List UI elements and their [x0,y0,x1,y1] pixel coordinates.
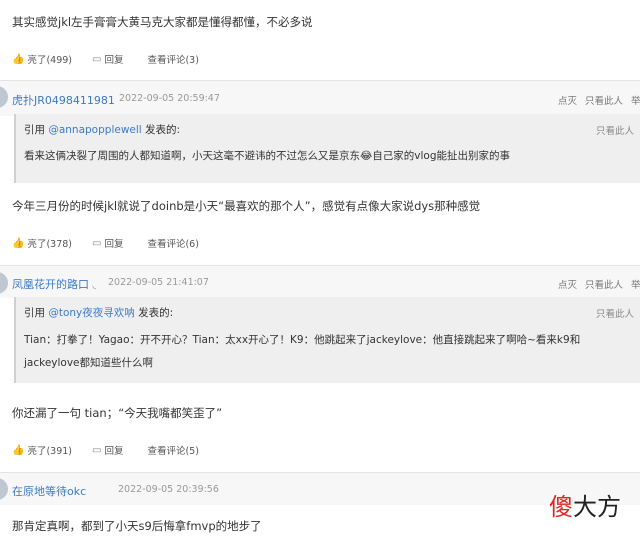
dislike-link[interactable]: 点灭 [558,280,577,291]
quote-user-link[interactable]: @tony夜夜寻欢呐 [48,307,134,319]
reply-button[interactable]: 回复 [104,236,123,250]
post-4-timestamp: 2022-09-05 20:39:56 [118,484,219,495]
quote-text-line-2: jackeylove都知道些什么啊 [24,357,154,369]
quote-prefix: 引用 [24,124,45,136]
reply-icon: ▭ [92,444,102,456]
post-2-timestamp: 2022-09-05 20:59:47 [119,93,220,104]
post-3-text: 你还漏了一句 tian；“今天我嘴都笑歪了” [12,406,223,420]
only-this-user-link[interactable]: 只看此人 [585,280,623,291]
post-3-actions: 点灭只看此人举报 [550,277,640,291]
quote-only-this-user[interactable]: 只看此人 [596,123,634,137]
post-3-timestamp: 2022-09-05 21:41:07 [108,277,209,288]
watermark-char-1: 傻 [549,493,573,521]
report-link[interactable]: 举报 [631,96,640,107]
post-4-username[interactable]: 在原地等待okc [12,483,86,499]
post-3-username-text[interactable]: 凤凰花开的路口 [12,278,89,291]
like-icon: 👍 [12,444,25,456]
reply-button[interactable]: 回复 [104,52,123,66]
post-3-header [0,266,640,298]
view-comments-link[interactable]: 查看评论(3) [147,52,198,66]
post-3-username[interactable]: 凤凰花开的路口 ◟ [12,276,96,292]
post-2-action-bar: 👍 亮了(378) ▭ 回复 查看评论(6) [12,236,199,251]
like-button[interactable]: 亮了(499) [27,52,72,66]
quote-user-link[interactable]: @annapopplewell [48,124,141,136]
like-button[interactable]: 亮了(378) [27,236,72,250]
post-2-text: 今年三月份的时候jkl就说了doinb是小天“最喜欢的那个人”，感觉有点像大家说… [12,199,481,213]
reply-icon: ▭ [92,237,102,249]
view-comments-link[interactable]: 查看评论(6) [147,236,198,250]
quote-suffix: 发表的: [138,307,174,319]
caret-icon: ◟ [92,281,97,291]
post-4-header [0,473,640,505]
report-link[interactable]: 举报 [631,280,640,291]
post-3-action-bar: 👍 亮了(391) ▭ 回复 查看评论(5) [12,443,199,458]
reply-button[interactable]: 回复 [104,443,123,457]
reply-icon: ▭ [92,53,102,65]
quote-text-line-1: Tian：打拳了！Yagao：开不开心？Tian：太xx开心了！K9：他跳起来了… [24,334,581,346]
post-1-action-bar: 👍 亮了(499) ▭ 回复 查看评论(3) [12,52,199,67]
view-comments-link[interactable]: 查看评论(5) [147,443,198,457]
quote-suffix: 发表的: [145,124,181,136]
like-icon: 👍 [12,237,25,249]
quote-text: 看来这俩决裂了周围的人都知道啊，小天这毫不避讳的不过怎么又是京东😂自己家的vlo… [24,150,510,162]
post-4-text: 那肯定真啊，都到了小天s9后悔拿fmvp的地步了 [12,519,262,533]
quote-only-this-user[interactable]: 只看此人 [596,306,634,320]
quote-header: 引用 @tony夜夜寻欢呐 发表的: [24,305,173,320]
watermark: 傻大方 [549,487,621,522]
post-2-username[interactable]: 虎扑JR0498411981 [12,92,115,108]
post-3-quote: 引用 @tony夜夜寻欢呐 发表的: 只看此人 Tian：打拳了！Yagao：开… [14,297,640,383]
post-2-actions: 点灭只看此人举报 [550,93,640,107]
quote-header: 引用 @annapopplewell 发表的: [24,122,180,137]
quote-prefix: 引用 [24,307,45,319]
like-icon: 👍 [12,53,25,65]
post-2-quote: 引用 @annapopplewell 发表的: 只看此人 看来这俩决裂了周围的人… [14,114,640,183]
only-this-user-link[interactable]: 只看此人 [585,96,623,107]
like-button[interactable]: 亮了(391) [27,443,72,457]
post-1-text: 其实感觉jkl左手膏膏大黄马克大家都是懂得都懂，不必多说 [12,15,313,29]
watermark-char-2: 大方 [573,493,621,521]
dislike-link[interactable]: 点灭 [558,96,577,107]
